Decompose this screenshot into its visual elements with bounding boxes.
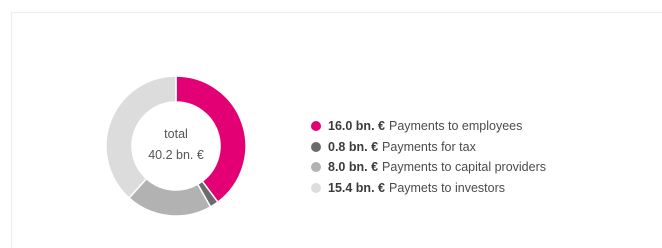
legend-swatch — [311, 141, 321, 152]
legend-item-tax: 0.8 bn. € Payments for tax — [311, 137, 546, 157]
legend-label: Payments for tax — [382, 139, 476, 154]
legend-item-employees: 16.0 bn. € Payments to employees — [311, 116, 546, 136]
legend-item-investors: 15.4 bn. € Paymets to investors — [311, 178, 546, 198]
total-value: 40.2 bn. € — [148, 148, 204, 162]
legend-value: 15.4 bn. € — [328, 180, 385, 195]
total-label: total — [164, 127, 188, 141]
legend-label: Paymets to investors — [388, 180, 505, 195]
donut-slices — [105, 75, 247, 217]
legend-item-capital-providers: 8.0 bn. € Payments to capital providers — [311, 157, 546, 177]
legend-value: 0.8 bn. € — [328, 139, 379, 154]
legend-label: Payments to employees — [388, 119, 523, 133]
legend-value: 8.0 bn. € — [328, 160, 379, 174]
legend-label: Payments to capital providers — [382, 160, 546, 174]
chart-legend: 16.0 bn. € Payments to employees 0.8 bn.… — [311, 116, 546, 198]
legend-value: 16.0 bn. € — [328, 119, 385, 133]
legend-swatch — [311, 182, 321, 193]
legend-swatch — [311, 162, 321, 172]
legend-swatch — [311, 121, 321, 131]
